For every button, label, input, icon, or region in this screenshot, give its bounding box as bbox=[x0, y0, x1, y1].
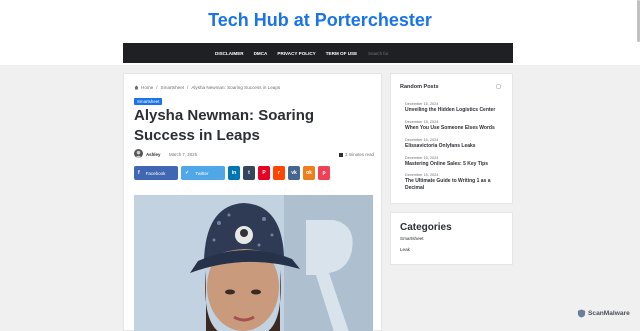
post-date: December 15, 2024 bbox=[405, 120, 439, 124]
featured-image bbox=[134, 195, 373, 331]
tumblr-icon: t bbox=[248, 170, 250, 176]
share-pocket[interactable]: p bbox=[318, 166, 330, 180]
nav-privacy-policy[interactable]: PRIVACY POLICY bbox=[277, 51, 315, 56]
site-header: Tech Hub at Porterchester DISCLAIMER DMC… bbox=[0, 0, 640, 65]
breadcrumb-home[interactable]: Home bbox=[141, 85, 153, 90]
list-item[interactable]: December 15, 2024 Elissavictoria Onlyfan… bbox=[405, 138, 505, 150]
nav-dmca[interactable]: DMCA bbox=[254, 51, 268, 56]
post-date: December 15, 2024 bbox=[405, 102, 439, 106]
share-vk[interactable]: vk bbox=[288, 166, 300, 180]
watermark-text: ScanMalware bbox=[588, 310, 630, 317]
breadcrumb-current: Alysha Newman: Soaring Success in Leaps bbox=[191, 85, 281, 90]
share-twitter-label: Twitter bbox=[195, 170, 209, 176]
breadcrumb-separator: / bbox=[156, 85, 158, 90]
article-container: Home / Smartsheet / Alysha Newman: Soari… bbox=[123, 73, 382, 331]
avatar[interactable] bbox=[134, 149, 143, 158]
twitter-icon: ✓ bbox=[185, 170, 190, 176]
share-reddit[interactable]: r bbox=[273, 166, 285, 180]
pinterest-icon: P bbox=[262, 170, 266, 176]
post-link[interactable]: Mastering Online Sales: 5 Key Tips bbox=[405, 161, 505, 168]
post-date: December 15, 2024 bbox=[405, 173, 439, 177]
category-badge[interactable]: Smartsheet bbox=[134, 98, 163, 105]
random-icon bbox=[496, 84, 501, 89]
search-input[interactable] bbox=[368, 48, 425, 58]
watermark: ScanMalware bbox=[577, 309, 630, 318]
read-time-label: 3 minutes read bbox=[344, 152, 374, 157]
clock-icon bbox=[338, 152, 343, 157]
random-posts-title: Random Posts bbox=[400, 84, 439, 90]
search-icon[interactable] bbox=[537, 49, 544, 56]
facebook-icon: f bbox=[138, 170, 140, 176]
list-item[interactable]: December 15, 2024 The Ultimate Guide to … bbox=[405, 173, 505, 192]
post-link[interactable]: The Ultimate Guide to Writing 1 as a Dec… bbox=[405, 178, 505, 192]
breadcrumb-category[interactable]: Smartsheet bbox=[161, 85, 185, 90]
list-item[interactable]: December 15, 2024 Unveiling the Hidden L… bbox=[405, 102, 505, 114]
list-item[interactable]: December 15, 2024 When You Use Someone E… bbox=[405, 120, 505, 132]
post-date: March 7, 2025 bbox=[169, 152, 198, 157]
odnoklassniki-icon: ok bbox=[306, 170, 312, 176]
vk-icon: vk bbox=[291, 170, 297, 176]
nav-term-of-use[interactable]: TERM OF USE bbox=[326, 51, 357, 56]
post-date: December 15, 2024 bbox=[405, 138, 439, 142]
breadcrumb: Home / Smartsheet / Alysha Newman: Soari… bbox=[134, 85, 280, 90]
share-tumblr[interactable]: t bbox=[243, 166, 255, 180]
post-link[interactable]: When You Use Someone Elses Words bbox=[405, 125, 505, 132]
breadcrumb-separator: / bbox=[187, 85, 189, 90]
share-facebook[interactable]: f Facebook bbox=[134, 166, 178, 180]
share-facebook-label: Facebook bbox=[145, 170, 166, 176]
site-title[interactable]: Tech Hub at Porterchester bbox=[0, 10, 640, 31]
category-link[interactable]: Leak bbox=[400, 247, 410, 252]
post-title: Alysha Newman: Soaring Success in Leaps bbox=[134, 107, 315, 144]
share-pinterest[interactable]: P bbox=[258, 166, 270, 180]
categories-title: Categories bbox=[400, 222, 452, 233]
share-odnoklassniki[interactable]: ok bbox=[303, 166, 315, 180]
author-name[interactable]: Ashley bbox=[146, 152, 160, 157]
list-item[interactable]: December 15, 2024 Mastering Online Sales… bbox=[405, 156, 505, 168]
post-link[interactable]: Unveiling the Hidden Logistics Center bbox=[405, 107, 505, 114]
post-meta: Ashley March 7, 2025 3 minutes read bbox=[134, 149, 374, 159]
linkedin-icon: in bbox=[231, 170, 237, 176]
share-linkedin[interactable]: in bbox=[228, 166, 240, 180]
read-time: 3 minutes read bbox=[338, 152, 374, 157]
main-nav: DISCLAIMER DMCA PRIVACY POLICY TERM OF U… bbox=[123, 43, 544, 63]
categories-widget: Categories Smartsheet Leak bbox=[390, 212, 513, 265]
pocket-icon: p bbox=[322, 170, 326, 176]
share-twitter[interactable]: ✓ Twitter bbox=[181, 166, 225, 180]
random-posts-widget: Random Posts December 15, 2024 Unveiling… bbox=[390, 73, 513, 204]
home-icon bbox=[134, 85, 139, 90]
reddit-icon: r bbox=[278, 170, 280, 176]
post-link[interactable]: Elissavictoria Onlyfans Leaks bbox=[405, 143, 505, 150]
shield-icon bbox=[577, 309, 586, 318]
post-date: December 15, 2024 bbox=[405, 156, 439, 160]
share-buttons: f Facebook ✓ Twitter in t Pr vk ok p bbox=[134, 166, 333, 180]
category-link[interactable]: Smartsheet bbox=[400, 236, 424, 241]
nav-disclaimer[interactable]: DISCLAIMER bbox=[215, 51, 244, 56]
